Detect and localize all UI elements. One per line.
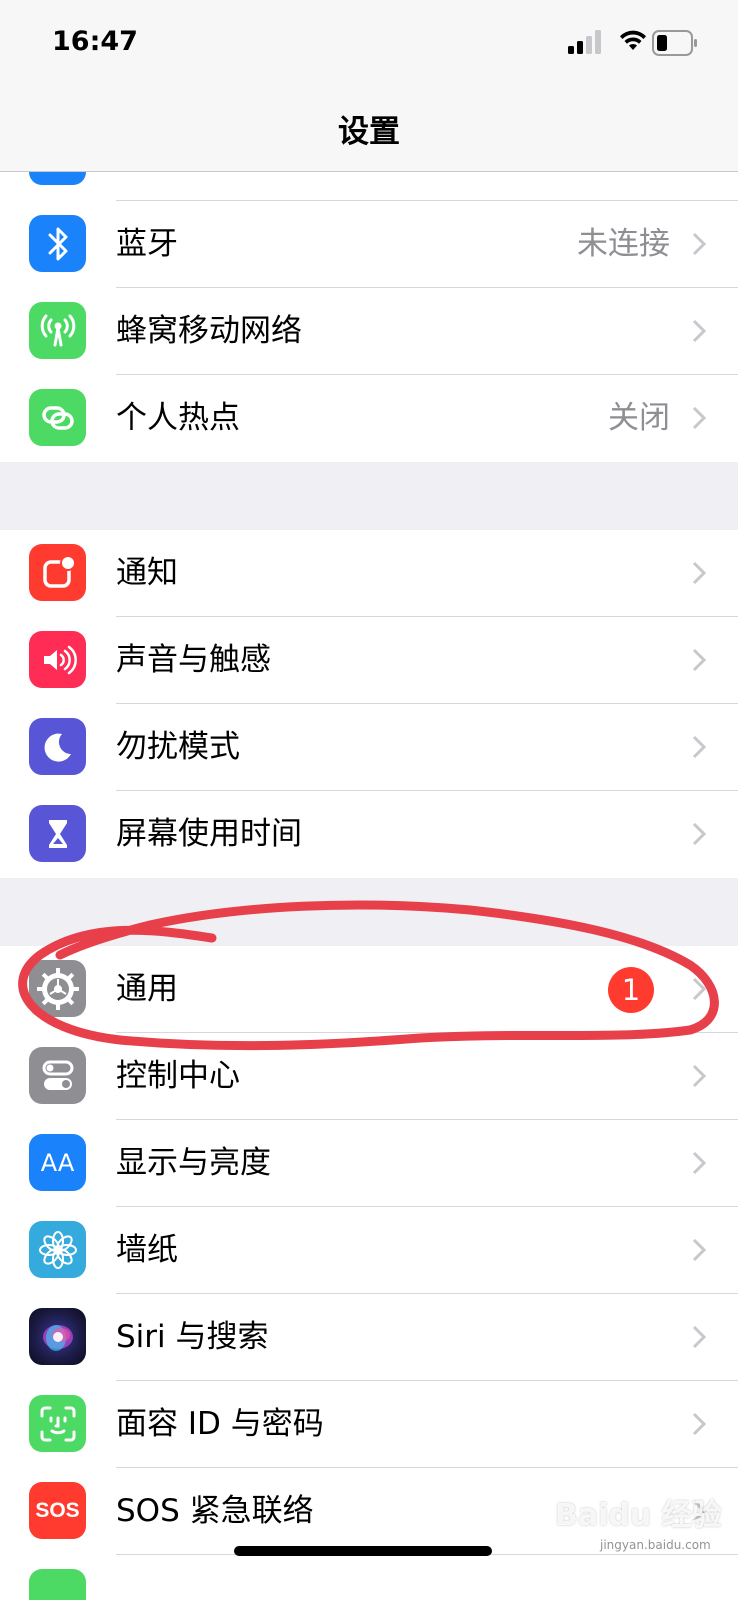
signal-strength-icon (568, 30, 601, 54)
sos-icon: SOS (29, 1482, 86, 1539)
moon-icon (29, 718, 86, 775)
settings-group-notifications: 通知 声音与触感 勿扰模式 屏幕使用时间 (0, 530, 738, 878)
baidu-watermark-url: jingyan.baidu.com (600, 1538, 711, 1552)
settings-row-label: 墙纸 (116, 1232, 178, 1268)
page-title: 设置 (338, 114, 400, 150)
home-indicator[interactable] (234, 1546, 492, 1556)
settings-row-general[interactable]: 通用 1 (0, 946, 738, 1033)
settings-row-sounds[interactable]: 声音与触感 (0, 617, 738, 704)
settings-row-bluetooth[interactable]: 蓝牙 未连接 (0, 201, 738, 288)
baidu-watermark: Baidu 经验 (555, 1498, 722, 1533)
settings-row-label: 屏幕使用时间 (116, 816, 302, 852)
chevron-right-icon (692, 1064, 706, 1088)
settings-row-cellular[interactable]: 蜂窝移动网络 (0, 288, 738, 375)
settings-row-hotspot[interactable]: 个人热点 关闭 (0, 375, 738, 462)
cellular-antenna-icon (29, 302, 86, 359)
settings-row-wallpaper[interactable]: 墙纸 (0, 1207, 738, 1294)
hotspot-chain-icon (29, 389, 86, 446)
chevron-right-icon (692, 822, 706, 846)
text-size-icon: AA (29, 1134, 86, 1191)
settings-row-value: 关闭 (608, 400, 670, 436)
settings-row-label: 通用 (116, 971, 178, 1007)
settings-row-label: 控制中心 (116, 1058, 240, 1094)
battery-icon (652, 30, 697, 56)
toggles-icon (29, 1047, 86, 1104)
settings-row-label: SOS 紧急联络 (116, 1493, 314, 1529)
status-time: 16:47 (52, 26, 138, 57)
chevron-right-icon (692, 1325, 706, 1349)
settings-row-label: Siri 与搜索 (116, 1319, 269, 1355)
chevron-right-icon (692, 232, 706, 256)
settings-group-connectivity: 蓝牙 未连接 蜂窝移动网络 个人热点 关闭 (0, 172, 738, 462)
text-size-glyph: AA (40, 1148, 75, 1177)
bluetooth-icon (29, 215, 86, 272)
wifi-icon (620, 30, 646, 50)
chevron-right-icon (692, 406, 706, 430)
sos-glyph: SOS (35, 1498, 80, 1522)
settings-row-label: 个人热点 (116, 400, 240, 436)
settings-row-value: 未连接 (577, 226, 670, 262)
status-bar: 16:47 (0, 0, 738, 92)
settings-row-partial[interactable] (0, 172, 738, 201)
settings-row-face-id[interactable]: 面容 ID 与密码 (0, 1381, 738, 1468)
settings-row-notifications[interactable]: 通知 (0, 530, 738, 617)
chevron-right-icon (692, 1151, 706, 1175)
settings-row-do-not-disturb[interactable]: 勿扰模式 (0, 704, 738, 791)
settings-row-label: 通知 (116, 555, 178, 591)
chevron-right-icon (692, 1412, 706, 1436)
settings-row-partial-bottom[interactable] (0, 1555, 738, 1600)
chevron-right-icon (692, 561, 706, 585)
speaker-icon (29, 631, 86, 688)
settings-row-label: 面容 ID 与密码 (116, 1406, 324, 1442)
flower-icon (29, 1221, 86, 1278)
settings-row-label: 声音与触感 (116, 642, 271, 678)
settings-row-control-center[interactable]: 控制中心 (0, 1033, 738, 1120)
chevron-right-icon (692, 1238, 706, 1262)
update-badge: 1 (608, 967, 654, 1013)
face-id-icon (29, 1395, 86, 1452)
settings-row-siri[interactable]: Siri 与搜索 (0, 1294, 738, 1381)
wifi-settings-icon (29, 172, 86, 185)
settings-list[interactable]: 蓝牙 未连接 蜂窝移动网络 个人热点 关闭 通知 声音与触感 勿扰模式 屏幕使用… (0, 172, 738, 1600)
chevron-right-icon (692, 648, 706, 672)
settings-row-label: 勿扰模式 (116, 729, 240, 765)
siri-icon (29, 1308, 86, 1365)
chevron-right-icon (692, 735, 706, 759)
chevron-right-icon (692, 977, 706, 1001)
partial-icon (29, 1569, 86, 1600)
settings-row-display[interactable]: AA 显示与亮度 (0, 1120, 738, 1207)
navigation-bar: 设置 (0, 92, 738, 172)
hourglass-icon (29, 805, 86, 862)
settings-row-label: 蓝牙 (116, 226, 178, 262)
notifications-icon (29, 544, 86, 601)
chevron-right-icon (692, 319, 706, 343)
settings-row-label: 蜂窝移动网络 (116, 313, 302, 349)
settings-row-label: 显示与亮度 (116, 1145, 271, 1181)
gear-icon (29, 960, 86, 1017)
settings-row-screen-time[interactable]: 屏幕使用时间 (0, 791, 738, 878)
